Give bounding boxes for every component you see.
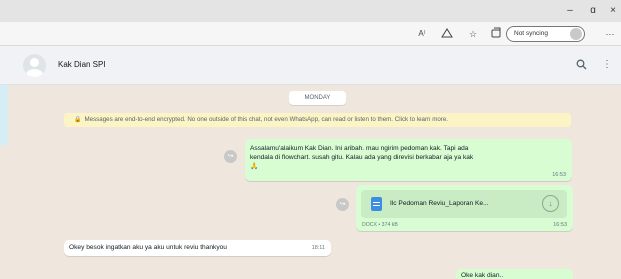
message-bubble-outgoing[interactable]: Assalamu'alaikum Kak Dian. Ini aribah. m… <box>245 139 572 181</box>
close-icon[interactable]: × <box>605 4 621 18</box>
emoji: 🙏 <box>250 163 259 170</box>
browser-toolbar: A⁾ ☆ Not syncing ··· <box>0 22 621 46</box>
message-time: 16:53 <box>552 172 566 178</box>
document-meta: DOCX • 374 kB <box>362 222 398 228</box>
message-text: Assalamu'alaikum Kak Dian. Ini aribah. m… <box>250 144 565 171</box>
forward-icon[interactable]: ↪ <box>224 150 237 163</box>
lock-icon: 🔒 <box>74 117 82 123</box>
document-card[interactable]: Ilc Pedoman Reviu_Laporan Ke... ↓ <box>361 190 567 218</box>
avatar-icon[interactable] <box>23 54 46 77</box>
message-text-line1: Assalamu'alaikum Kak Dian. Ini aribah. m… <box>250 145 469 152</box>
message-bubble-document[interactable]: Ilc Pedoman Reviu_Laporan Ke... ↓ DOCX •… <box>356 185 573 231</box>
encryption-notice-text: Messages are end-to-end encrypted. No on… <box>84 116 449 123</box>
message-text-line2: kendala di flowchart. susah gitu. Kalau … <box>250 154 474 161</box>
contact-name[interactable]: Kak Dian SPI <box>58 60 106 69</box>
encryption-notice[interactable]: 🔒 Messages are end-to-end encrypted. No o… <box>64 113 571 127</box>
chat-area: MONDAY 🔒 Messages are end-to-end encrypte… <box>0 85 621 279</box>
menu-icon[interactable]: ⋮ <box>601 59 613 71</box>
read-aloud-icon[interactable]: A⁾ <box>415 27 429 41</box>
date-chip: MONDAY <box>289 91 346 105</box>
collections-icon[interactable] <box>489 27 503 41</box>
message-text: Oke kak dian.. <box>461 272 504 279</box>
document-icon <box>371 197 382 211</box>
message-time: 16:53 <box>553 222 567 228</box>
left-accent <box>0 85 8 145</box>
minimize-icon[interactable]: – <box>562 4 578 18</box>
browser-titlebar: – ɑ × <box>0 0 621 22</box>
message-bubble-outgoing[interactable]: Oke kak dian.. <box>456 269 573 279</box>
message-text: Okey besok ingatkan aku ya aku untuk rev… <box>69 244 227 251</box>
message-bubble-incoming[interactable]: Okey besok ingatkan aku ya aku untuk rev… <box>64 240 331 256</box>
document-name: Ilc Pedoman Reviu_Laporan Ke... <box>390 200 489 207</box>
immersive-reader-icon[interactable] <box>440 27 454 41</box>
search-icon[interactable] <box>575 59 587 71</box>
forward-icon[interactable]: ↪ <box>336 198 349 211</box>
favorites-icon[interactable]: ☆ <box>466 27 480 41</box>
sync-label: Not syncing <box>514 30 548 37</box>
maximize-icon[interactable]: ɑ <box>585 4 601 18</box>
profile-icon <box>570 28 582 40</box>
more-icon[interactable]: ··· <box>603 27 617 41</box>
message-time: 18:11 <box>311 245 325 251</box>
download-icon[interactable]: ↓ <box>542 195 559 212</box>
chat-header[interactable]: Kak Dian SPI ⋮ <box>0 46 621 85</box>
sync-button[interactable]: Not syncing <box>506 26 585 42</box>
